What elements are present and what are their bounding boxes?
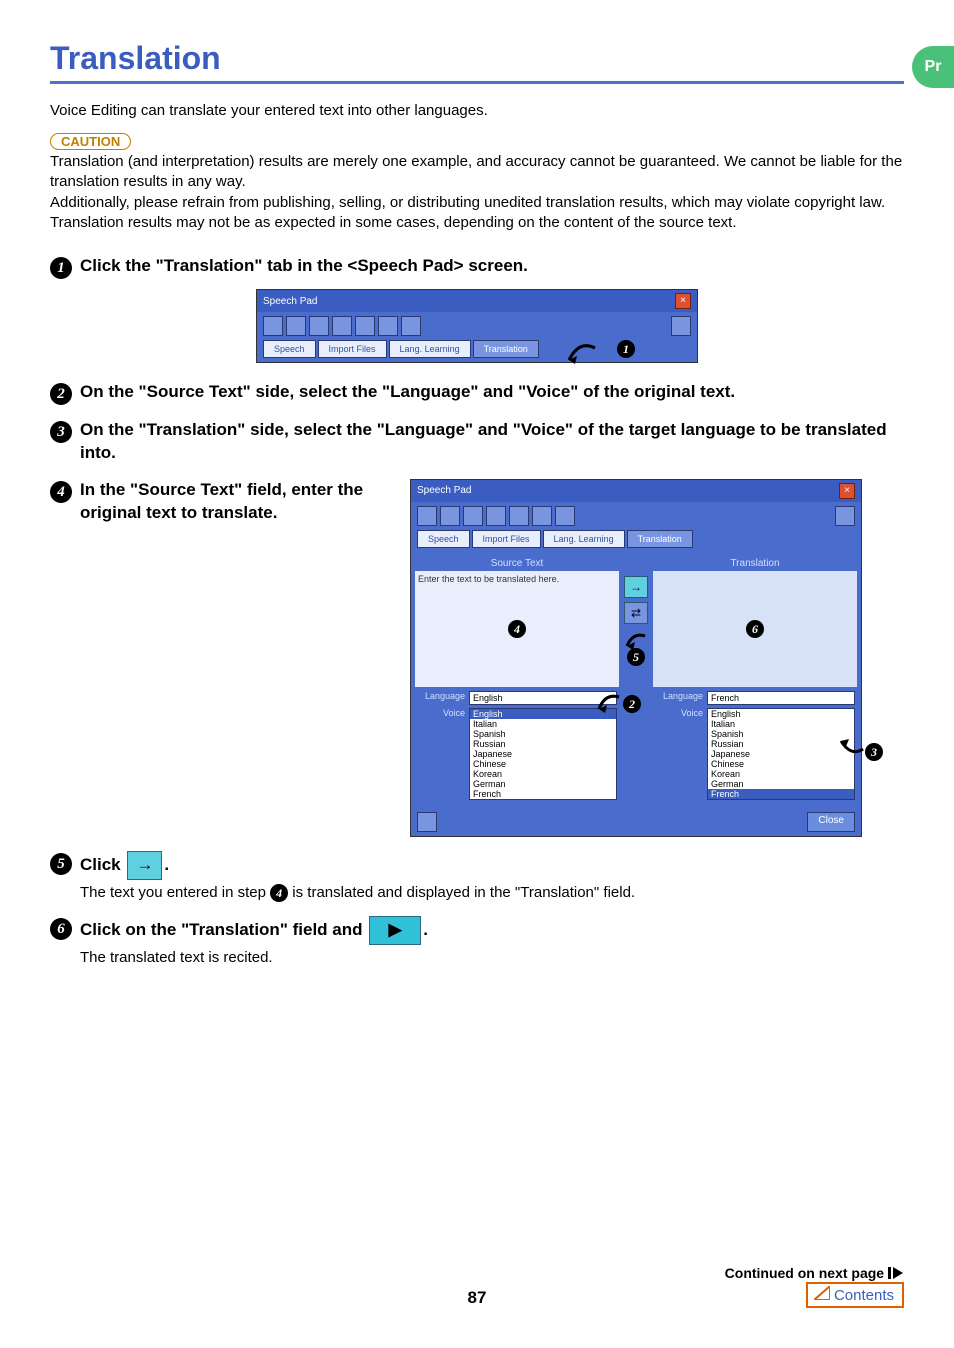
language-label: Language xyxy=(655,691,703,701)
step-number-6: 6 xyxy=(50,918,72,940)
toolbar-button[interactable] xyxy=(355,316,375,336)
step-number-1: 1 xyxy=(50,257,72,279)
caution-line: Translation (and interpretation) results… xyxy=(50,152,904,193)
contents-label: Contents xyxy=(834,1287,894,1304)
tab-import-files[interactable]: Import Files xyxy=(318,340,387,358)
toolbar-button[interactable] xyxy=(463,506,483,526)
target-voice-list[interactable]: English Italian Spanish Russian Japanese… xyxy=(707,708,855,800)
tab-import-files[interactable]: Import Files xyxy=(472,530,541,548)
toolbar-button[interactable] xyxy=(532,506,552,526)
toolbar-button[interactable] xyxy=(417,506,437,526)
window-title: Speech Pad xyxy=(263,296,318,307)
voice-label: Voice xyxy=(655,708,703,718)
toolbar-button[interactable] xyxy=(263,316,283,336)
caution-line: Translation results may not be as expect… xyxy=(50,213,904,233)
toolbar-button[interactable] xyxy=(486,506,506,526)
toolbar-button[interactable] xyxy=(509,506,529,526)
pr-badge: Pr xyxy=(912,46,954,88)
window-title: Speech Pad xyxy=(417,485,472,496)
translate-arrow-icon[interactable]: → xyxy=(127,851,162,880)
contents-icon xyxy=(814,1286,830,1304)
tab-lang-learning[interactable]: Lang. Learning xyxy=(543,530,625,548)
speechpad-screenshot-1: Speech Pad × Speech xyxy=(256,289,698,363)
tab-lang-learning[interactable]: Lang. Learning xyxy=(389,340,471,358)
callout-2: 2 xyxy=(623,695,641,713)
source-voice-list[interactable]: English Italian Spanish Russian Japanese… xyxy=(469,708,617,800)
callout-6: 6 xyxy=(746,620,764,638)
step-5-title: Click →. xyxy=(80,851,169,880)
step-4-title: In the "Source Text" field, enter the or… xyxy=(80,479,390,525)
close-icon[interactable]: × xyxy=(839,483,855,499)
step-3-title: On the "Translation" side, select the "L… xyxy=(80,419,904,465)
close-button[interactable]: Close xyxy=(807,812,855,832)
callout-3: 3 xyxy=(865,743,883,761)
caution-block: CAUTION Translation (and interpretation)… xyxy=(50,133,904,233)
contents-button[interactable]: Contents xyxy=(806,1282,904,1308)
caution-line: Additionally, please refrain from publis… xyxy=(50,193,904,213)
step-5-body: The text you entered in step 4 is transl… xyxy=(80,884,904,902)
footer-button[interactable] xyxy=(417,812,437,832)
callout-5: 5 xyxy=(627,648,645,666)
step-2-title: On the "Source Text" side, select the "L… xyxy=(80,381,735,404)
toolbar-button[interactable] xyxy=(671,316,691,336)
step-6-body: The translated text is recited. xyxy=(80,949,904,966)
translation-text-field[interactable]: 6 xyxy=(653,571,857,687)
source-text-field[interactable]: Enter the text to be translated here. 4 xyxy=(415,571,619,687)
translate-button-icon[interactable]: → xyxy=(624,576,648,598)
tab-speech[interactable]: Speech xyxy=(417,530,470,548)
toolbar-button[interactable] xyxy=(440,506,460,526)
swap-button-icon[interactable]: ⇄ xyxy=(624,602,648,624)
step-number-3: 3 xyxy=(50,421,72,443)
step-number-5: 5 xyxy=(50,853,72,875)
inline-step-ref-4: 4 xyxy=(270,884,288,902)
toolbar-button[interactable] xyxy=(401,316,421,336)
caution-label: CAUTION xyxy=(50,133,131,150)
continued-next-page: Continued on next page xyxy=(50,1265,904,1282)
intro-text: Voice Editing can translate your entered… xyxy=(50,102,904,119)
tab-translation[interactable]: Translation xyxy=(627,530,693,548)
tab-translation[interactable]: Translation xyxy=(473,340,539,358)
source-panel-label: Source Text xyxy=(415,556,619,571)
toolbar-button[interactable] xyxy=(332,316,352,336)
translation-panel-label: Translation xyxy=(653,556,857,571)
page-title: Translation xyxy=(50,40,904,84)
callout-4: 4 xyxy=(508,620,526,638)
toolbar-button[interactable] xyxy=(309,316,329,336)
play-button-icon[interactable]: ▶ xyxy=(369,916,421,945)
callout-1: 1 xyxy=(617,340,635,358)
step-number-4: 4 xyxy=(50,481,72,503)
close-icon[interactable]: × xyxy=(675,293,691,309)
speechpad-screenshot-2: Speech Pad × xyxy=(410,479,862,837)
voice-label: Voice xyxy=(417,708,465,718)
page-number: 87 xyxy=(50,1288,904,1308)
toolbar-button[interactable] xyxy=(835,506,855,526)
toolbar-button[interactable] xyxy=(286,316,306,336)
source-placeholder: Enter the text to be translated here. xyxy=(418,574,559,584)
next-page-icon xyxy=(888,1266,904,1282)
tab-speech[interactable]: Speech xyxy=(263,340,316,358)
step-6-title: Click on the "Translation" field and ▶. xyxy=(80,916,428,945)
step-1-title: Click the "Translation" tab in the <Spee… xyxy=(80,255,528,278)
toolbar-button[interactable] xyxy=(555,506,575,526)
target-language-select[interactable]: French xyxy=(707,691,855,705)
step-number-2: 2 xyxy=(50,383,72,405)
toolbar-button[interactable] xyxy=(378,316,398,336)
language-label: Language xyxy=(417,691,465,701)
